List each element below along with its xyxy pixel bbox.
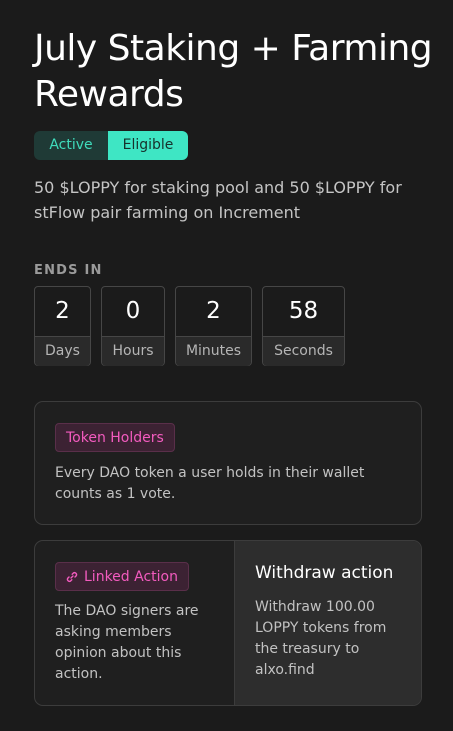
countdown-timer: 2 Days 0 Hours 2 Minutes 58 Seconds [34,286,345,366]
countdown-days-value: 2 [55,298,70,324]
countdown-minutes: 2 Minutes [175,286,252,366]
countdown-seconds-value: 58 [288,298,319,324]
countdown-hours: 0 Hours [101,286,165,366]
voting-strategy-text: Every DAO token a user holds in their wa… [55,465,365,502]
linked-action-card[interactable]: Linked Action The DAO signers are asking… [34,540,422,706]
page-title: July Staking + Farming Rewards [34,28,433,115]
countdown-seconds-unit: Seconds [263,336,344,366]
link-icon [66,571,78,582]
countdown-hours-value: 0 [125,298,141,324]
countdown-seconds: 58 Seconds [262,286,345,366]
linked-action-info: Linked Action The DAO signers are asking… [35,541,234,705]
countdown-days-unit: Days [35,336,90,366]
withdraw-action-text: Withdraw 100.00 LOPPY tokens from the tr… [255,599,387,678]
status-badges: Active Eligible [34,131,188,160]
countdown-minutes-unit: Minutes [176,336,251,366]
countdown-hours-unit: Hours [102,336,164,366]
token-holders-tag: Token Holders [55,423,175,452]
active-status-badge: Active [34,131,108,160]
voting-strategy-card: Token Holders Every DAO token a user hol… [34,401,422,525]
linked-action-tag-label: Linked Action [84,568,178,585]
ends-in-label: ENDS IN [34,263,103,278]
proposal-description: 50 $LOPPY for staking pool and 50 $LOPPY… [34,178,402,222]
linked-action-tag: Linked Action [55,562,189,591]
withdraw-action-panel[interactable]: Withdraw action Withdraw 100.00 LOPPY to… [234,541,421,705]
linked-action-text: The DAO signers are asking members opini… [55,603,199,682]
withdraw-action-title: Withdraw action [255,563,394,583]
countdown-minutes-value: 2 [206,298,221,324]
countdown-days: 2 Days [34,286,91,366]
eligible-status-badge: Eligible [108,131,188,160]
